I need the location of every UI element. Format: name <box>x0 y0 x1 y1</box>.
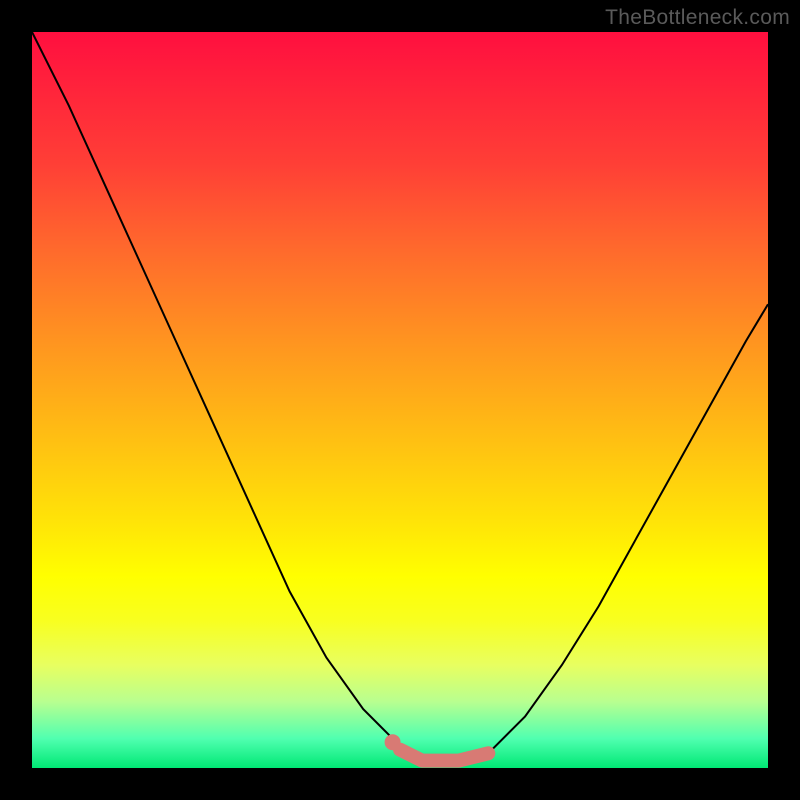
bottleneck-curve <box>32 32 768 761</box>
plot-area <box>32 32 768 768</box>
watermark-text: TheBottleneck.com <box>605 6 790 30</box>
optimal-flat-region <box>400 750 488 761</box>
chart-frame: TheBottleneck.com <box>0 0 800 800</box>
curve-svg <box>32 32 768 768</box>
optimal-start-dot <box>385 734 401 750</box>
